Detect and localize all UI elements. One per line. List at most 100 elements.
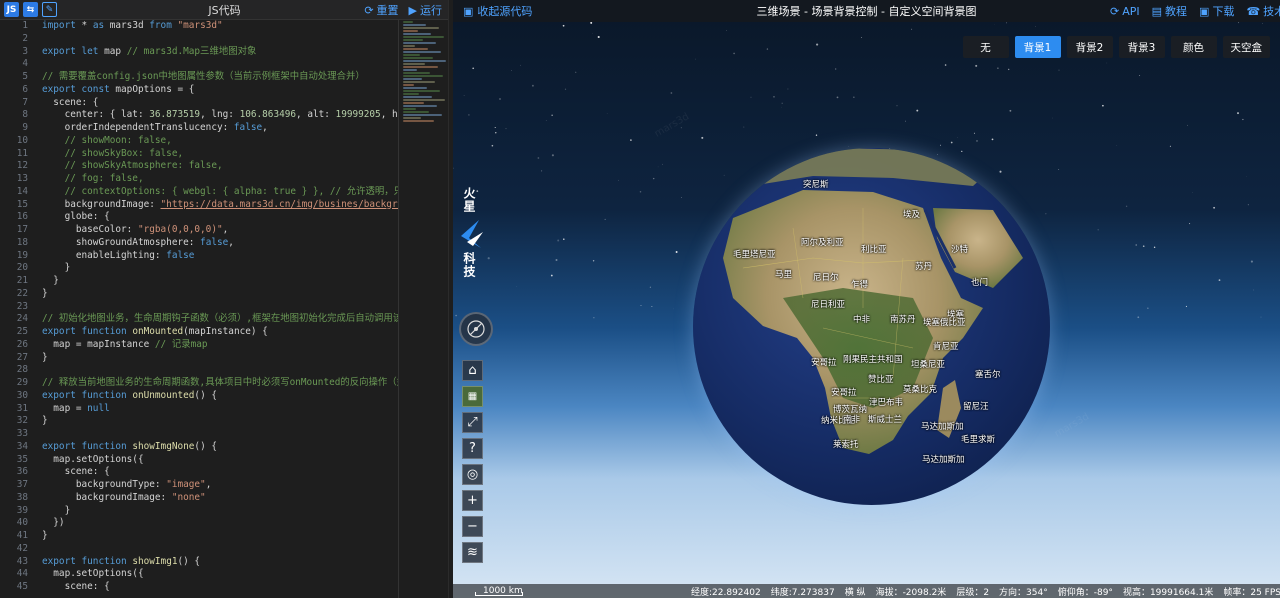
line-content xyxy=(28,33,42,46)
code-token: showImg1 xyxy=(126,555,178,567)
config-icon[interactable]: ⇆ xyxy=(23,2,38,17)
background-button-5[interactable]: 颜色 xyxy=(1170,36,1217,58)
help-button[interactable]: ? xyxy=(462,438,483,459)
globe[interactable]: 突尼斯 埃及 阿尔及利亚 利比亚 毛里塔尼亚 苏丹 马里 尼日尔 乍得 沙特 也门 埃塞 尼日利亚 中非南… xyxy=(693,148,1050,505)
code-line[interactable]: 45 scene: { xyxy=(0,581,398,594)
line-content: baseColor: "rgba(0,0,0,0)", xyxy=(28,224,228,237)
code-line[interactable]: 16 globe: { xyxy=(0,211,398,224)
code-minimap[interactable] xyxy=(399,20,449,160)
code-line[interactable]: 3 export let map // mars3d.Map三维地图对象 xyxy=(0,46,398,59)
plus-icon: + xyxy=(467,493,478,508)
code-line[interactable]: 42 xyxy=(0,543,398,556)
code-line[interactable]: 44 map.setOptions({ xyxy=(0,568,398,581)
code-line[interactable]: 29 // 释放当前地图业务的生命周期函数,具体项目中时必须写onMounted的… xyxy=(0,377,398,390)
background-button-1[interactable]: 无 xyxy=(962,36,1009,58)
code-line[interactable]: 43 export function showImg1() { xyxy=(0,556,398,569)
compass-control[interactable] xyxy=(459,312,493,346)
reset-button[interactable]: ⟳ 重置 xyxy=(364,2,398,18)
scene-mode-button[interactable]: ◎ xyxy=(462,464,483,485)
code-line[interactable]: 14 // contextOptions: { webgl: { alpha: … xyxy=(0,186,398,199)
code-line[interactable]: 37 backgroundType: "image", xyxy=(0,479,398,492)
home-button[interactable]: ⌂ xyxy=(462,360,483,381)
code-token: false xyxy=(200,236,229,248)
code-line[interactable]: 21 } xyxy=(0,275,398,288)
zoom-in-button[interactable]: + xyxy=(462,490,483,511)
line-content xyxy=(28,543,42,556)
header-link-2[interactable]: ▤ 教程 xyxy=(1152,3,1187,19)
code-line[interactable]: 23 xyxy=(0,301,398,314)
code-line[interactable]: 15 backgroundImage: "https://data.mars3d… xyxy=(0,199,398,212)
minimap-line xyxy=(403,60,446,62)
edit-icon[interactable]: ✎ xyxy=(42,2,57,17)
fullscreen-button[interactable]: ⤢ xyxy=(462,412,483,433)
code-line[interactable]: 39 } xyxy=(0,505,398,518)
line-number: 6 xyxy=(22,83,28,95)
code-line[interactable]: 41} xyxy=(0,530,398,543)
star xyxy=(681,197,682,198)
code-line[interactable]: 13 // fog: false, xyxy=(0,173,398,186)
code-token: // showSkyBox: false, xyxy=(42,147,184,159)
code-line[interactable]: 26 map = mapInstance // 记录map xyxy=(0,339,398,352)
basemap-button[interactable]: ▦ xyxy=(462,386,483,407)
code-line[interactable]: 28 xyxy=(0,364,398,377)
code-line[interactable]: 24 // 初始化地图业务，生命周期钩子函数（必须）,框架在地图初始化完成后自动调… xyxy=(0,313,398,326)
star xyxy=(630,139,632,141)
run-button[interactable]: ▶ 运行 xyxy=(409,2,442,18)
code-line[interactable]: 36 scene: { xyxy=(0,466,398,479)
code-line[interactable]: 30 export function onUnmounted() { xyxy=(0,390,398,403)
code-line[interactable]: 32} xyxy=(0,415,398,428)
code-line[interactable]: 27} xyxy=(0,352,398,365)
code-text-area[interactable]: 1 import * as mars3d from "mars3d" 2 3 expor… xyxy=(0,20,398,598)
code-token: (mapInstance) { xyxy=(183,326,268,337)
code-token: mars3d xyxy=(104,20,150,31)
code-line[interactable]: 7 scene: { xyxy=(0,97,398,110)
code-line[interactable]: 5 // 需要覆盖config.json中地图属性参数（当前示例框架中自动处理合并… xyxy=(0,71,398,84)
line-number: 39 xyxy=(16,504,28,516)
star xyxy=(651,306,653,308)
js-file-icon[interactable]: JS xyxy=(4,2,19,17)
star xyxy=(743,126,745,128)
background-button-4[interactable]: 背景3 xyxy=(1118,36,1165,58)
background-button-3[interactable]: 背景2 xyxy=(1066,36,1113,58)
layers-button[interactable]: ≋ xyxy=(462,542,483,563)
header-link-1[interactable]: ⟳ API xyxy=(1110,5,1140,18)
code-line[interactable]: 6 export const mapOptions = { xyxy=(0,84,398,97)
header-link-3[interactable]: ▣ 下载 xyxy=(1199,3,1234,19)
code-line[interactable]: 11 // showSkyBox: false, xyxy=(0,148,398,161)
header-link-4[interactable]: ☎ 技术 xyxy=(1246,3,1280,19)
map-viewer[interactable]: ▣ 收起源代码 三维场景 - 场景背景控制 - 自定义空间背景图 ⟳ API ▤ 教程… xyxy=(453,0,1280,598)
collapse-code-button[interactable]: ▣ 收起源代码 xyxy=(463,3,532,19)
code-line[interactable]: 12 // showSkyAtmosphere: false, xyxy=(0,160,398,173)
code-line[interactable]: 9 orderIndependentTranslucency: false, xyxy=(0,122,398,135)
code-line[interactable]: 4 xyxy=(0,58,398,71)
status-item: 帧率：25 FPS xyxy=(1223,587,1280,598)
code-line[interactable]: 40 }) xyxy=(0,517,398,530)
code-line[interactable]: 38 backgroundImage: "none" xyxy=(0,492,398,505)
background-button-2[interactable]: 背景1 xyxy=(1014,36,1061,58)
background-button-6[interactable]: 天空盒 xyxy=(1222,36,1270,58)
code-line[interactable]: 8 center: { lat: 36.873519, lng: 106.863… xyxy=(0,109,398,122)
code-line[interactable]: 10 // showMoon: false, xyxy=(0,135,398,148)
line-content: export const mapOptions = { xyxy=(28,84,194,97)
code-line[interactable]: 2 xyxy=(0,33,398,46)
star xyxy=(564,88,567,90)
minimap-line xyxy=(403,48,428,50)
code-token: as xyxy=(92,20,105,31)
code-line[interactable]: 31 map = null xyxy=(0,403,398,416)
code-line[interactable]: 1 import * as mars3d from "mars3d" xyxy=(0,20,398,33)
app-root: JS ⇆ ✎ JS代码 ⟳ 重置 ▶ 运行 1 import * as mars3d … xyxy=(0,0,1280,598)
code-line[interactable]: 20 } xyxy=(0,262,398,275)
code-line[interactable]: 17 baseColor: "rgba(0,0,0,0)", xyxy=(0,224,398,237)
star xyxy=(950,141,953,144)
code-line[interactable]: 34 export function showImgNone() { xyxy=(0,441,398,454)
star xyxy=(550,274,553,277)
line-content xyxy=(28,58,42,71)
code-line[interactable]: 25 export function onMounted(mapInstance)… xyxy=(0,326,398,339)
star xyxy=(1192,192,1193,193)
code-line[interactable]: 35 map.setOptions({ xyxy=(0,454,398,467)
zoom-out-button[interactable]: − xyxy=(462,516,483,537)
code-line[interactable]: 22} xyxy=(0,288,398,301)
code-line[interactable]: 18 showGroundAtmosphere: false, xyxy=(0,237,398,250)
code-line[interactable]: 19 enableLighting: false xyxy=(0,250,398,263)
code-line[interactable]: 33 xyxy=(0,428,398,441)
